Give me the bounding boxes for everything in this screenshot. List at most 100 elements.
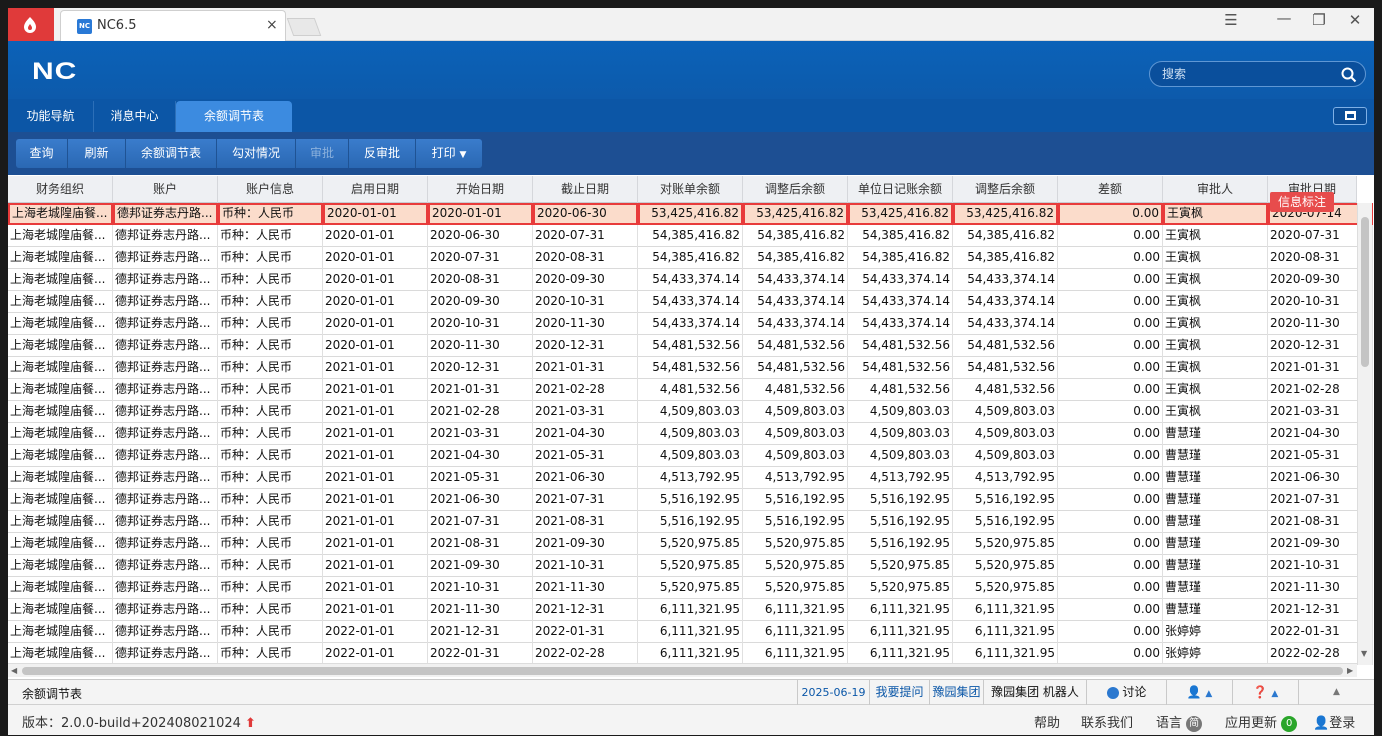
column-header-approver[interactable]: 审批人 (1163, 176, 1268, 203)
table-row[interactable]: 上海老城隍庙餐... 德邦证券志丹路... 币种：人民币 2020-01-01 2020… (8, 203, 1373, 225)
table-row[interactable]: 上海老城隍庙餐... 德邦证券志丹路... 币种：人民币 2020-01-01 2020… (8, 313, 1373, 335)
table-row[interactable]: 上海老城隍庙餐... 德邦证券志丹路... 币种：人民币 2020-01-01 2020… (8, 247, 1373, 269)
table-row[interactable]: 上海老城隍庙餐... 德邦证券志丹路... 币种：人民币 2021-01-01 2021… (8, 555, 1373, 577)
tab-message-center[interactable]: 消息中心 (94, 101, 176, 132)
search-box[interactable] (1149, 61, 1366, 87)
cell-adjusted-balance-1: 53,425,416.82 (743, 203, 848, 225)
table-row[interactable]: 上海老城隍庙餐... 德邦证券志丹路... 币种：人民币 2021-01-01 2020… (8, 357, 1373, 379)
app-updates[interactable]: 应用更新 0 (1225, 712, 1298, 732)
help-link[interactable]: 帮助 (1034, 712, 1060, 731)
cell-statement-balance: 4,513,792.95 (638, 467, 743, 489)
cell-account: 德邦证券志丹路... (113, 577, 218, 599)
column-header-difference[interactable]: 差额 (1058, 176, 1163, 203)
table-row[interactable]: 上海老城隍庙餐... 德邦证券志丹路... 币种：人民币 2020-01-01 2020… (8, 225, 1373, 247)
cell-adjusted-balance-1: 54,385,416.82 (743, 225, 848, 247)
cell-enable-date: 2022-01-01 (323, 643, 428, 665)
table-row[interactable]: 上海老城隍庙餐... 德邦证券志丹路... 币种：人民币 2021-01-01 2021… (8, 489, 1373, 511)
menu-icon[interactable]: ☰ (1220, 11, 1242, 29)
table-row[interactable]: 上海老城隍庙餐... 德邦证券志丹路... 币种：人民币 2021-01-01 2021… (8, 533, 1373, 555)
column-header-adjusted-balance-1[interactable]: 调整后余额 (743, 176, 848, 203)
column-header-enable-date[interactable]: 启用日期 (323, 176, 428, 203)
upgrade-arrow-icon[interactable]: ⬆ (245, 716, 256, 731)
table-row[interactable]: 上海老城隍庙餐... 德邦证券志丹路... 币种：人民币 2021-01-01 2021… (8, 599, 1373, 621)
cell-start-date: 2020-06-30 (428, 225, 533, 247)
scroll-right-icon[interactable]: ▶ (1347, 666, 1353, 675)
app-logo-icon[interactable] (8, 8, 54, 41)
cell-adjusted-balance-1: 54,481,532.56 (743, 357, 848, 379)
table-row[interactable]: 上海老城隍庙餐... 德邦证券志丹路... 币种：人民币 2022-01-01 2021… (8, 621, 1373, 643)
cell-org: 上海老城隍庙餐... (8, 247, 113, 269)
table-row[interactable]: 上海老城隍庙餐... 德邦证券志丹路... 币种：人民币 2020-01-01 2020… (8, 291, 1373, 313)
maximize-panel-icon[interactable] (1333, 107, 1367, 125)
search-icon[interactable] (1341, 67, 1357, 83)
column-header-org[interactable]: 财务组织 (8, 176, 113, 203)
close-window-icon[interactable]: ✕ (1344, 11, 1366, 29)
table-row[interactable]: 上海老城隍庙餐... 德邦证券志丹路... 币种：人民币 2020-01-01 2020… (8, 335, 1373, 357)
minimize-icon[interactable]: — (1273, 9, 1295, 27)
table-row[interactable]: 上海老城隍庙餐... 德邦证券志丹路... 币种：人民币 2021-01-01 2021… (8, 511, 1373, 533)
new-tab-button[interactable] (286, 18, 322, 36)
tab-function-nav[interactable]: 功能导航 (8, 101, 94, 132)
contact-link[interactable]: 联系我们 (1081, 712, 1133, 731)
unapprove-button[interactable]: 反审批 (349, 139, 416, 168)
restore-icon[interactable]: ❐ (1308, 11, 1330, 29)
cell-adjusted-balance-2: 5,520,975.85 (953, 555, 1058, 577)
cell-journal-balance: 5,516,192.95 (848, 533, 953, 555)
search-input[interactable] (1162, 66, 1332, 82)
cell-approver: 王寅枫 (1163, 269, 1268, 291)
help-menu-icon[interactable]: ❓ ▲ (1232, 680, 1298, 705)
cell-approver: 曹慧瑾 (1163, 467, 1268, 489)
column-header-journal-balance[interactable]: 单位日记账余额 (848, 176, 953, 203)
approve-button[interactable]: 审批 (296, 139, 349, 168)
cell-adjusted-balance-1: 6,111,321.95 (743, 599, 848, 621)
refresh-button[interactable]: 刷新 (68, 139, 126, 168)
scrollbar-thumb[interactable] (22, 667, 1343, 675)
cell-enable-date: 2021-01-01 (323, 577, 428, 599)
toolbar: 查询 刷新 余额调节表 勾对情况 审批 反审批 打印 ▼ (8, 132, 1374, 175)
column-header-end-date[interactable]: 截止日期 (533, 176, 638, 203)
user-icon: 👤 (1313, 716, 1330, 731)
cell-statement-balance: 5,516,192.95 (638, 489, 743, 511)
query-button[interactable]: 查询 (16, 139, 68, 168)
cell-end-date: 2022-01-31 (533, 621, 638, 643)
info-annotation-badge[interactable]: 信息标注 (1270, 192, 1335, 212)
cell-difference: 0.00 (1058, 269, 1163, 291)
scroll-left-icon[interactable]: ◀ (11, 666, 17, 675)
tab-balance-reconciliation[interactable]: 余额调节表 (176, 101, 292, 132)
cell-org: 上海老城隍庙餐... (8, 313, 113, 335)
expand-up-icon[interactable]: ▲ (1298, 680, 1374, 705)
group-link[interactable]: 豫园集团 (929, 680, 983, 705)
table-row[interactable]: 上海老城隍庙餐... 德邦证券志丹路... 币种：人民币 2021-01-01 2021… (8, 379, 1373, 401)
vertical-scrollbar[interactable]: ▼ (1357, 203, 1372, 665)
scroll-down-icon[interactable]: ▼ (1361, 649, 1367, 658)
column-header-account[interactable]: 账户 (113, 176, 218, 203)
cell-approver: 曹慧瑾 (1163, 555, 1268, 577)
column-header-account-info[interactable]: 账户信息 (218, 176, 323, 203)
balance-table-button[interactable]: 余额调节表 (126, 139, 217, 168)
table-row[interactable]: 上海老城隍庙餐... 德邦证券志丹路... 币种：人民币 2022-01-01 2022… (8, 643, 1373, 665)
column-header-adjusted-balance-2[interactable]: 调整后余额 (953, 176, 1058, 203)
check-status-button[interactable]: 勾对情况 (217, 139, 296, 168)
login-button[interactable]: 👤登录 (1313, 712, 1355, 731)
table-row[interactable]: 上海老城隍庙餐... 德邦证券志丹路... 币种：人民币 2021-01-01 2021… (8, 445, 1373, 467)
cell-org: 上海老城隍庙餐... (8, 269, 113, 291)
horizontal-scrollbar[interactable]: ◀ ▶ (8, 663, 1357, 677)
table-row[interactable]: 上海老城隍庙餐... 德邦证券志丹路... 币种：人民币 2021-01-01 2021… (8, 577, 1373, 599)
user-menu-icon[interactable]: 👤 ▲ (1166, 680, 1232, 705)
browser-tab[interactable]: NC NC6.5 × (60, 10, 286, 41)
table-row[interactable]: 上海老城隍庙餐... 德邦证券志丹路... 币种：人民币 2021-01-01 2021… (8, 423, 1373, 445)
print-button[interactable]: 打印 ▼ (416, 139, 482, 168)
cell-journal-balance: 54,433,374.14 (848, 269, 953, 291)
table-row[interactable]: 上海老城隍庙餐... 德邦证券志丹路... 币种：人民币 2021-01-01 2021… (8, 401, 1373, 423)
scrollbar-thumb[interactable] (1361, 217, 1369, 367)
column-header-statement-balance[interactable]: 对账单余额 (638, 176, 743, 203)
cell-start-date: 2021-03-31 (428, 423, 533, 445)
tab-close-icon[interactable]: × (266, 17, 278, 33)
ask-question-link[interactable]: 我要提问 (869, 680, 929, 705)
table-row[interactable]: 上海老城隍庙餐... 德邦证券志丹路... 币种：人民币 2021-01-01 2021… (8, 467, 1373, 489)
language-selector[interactable]: 语言 简 (1156, 712, 1203, 732)
discuss-button[interactable]: 讨论 (1086, 680, 1166, 705)
column-header-start-date[interactable]: 开始日期 (428, 176, 533, 203)
group-robot[interactable]: 豫园集团 机器人 (983, 680, 1086, 705)
table-row[interactable]: 上海老城隍庙餐... 德邦证券志丹路... 币种：人民币 2020-01-01 2020… (8, 269, 1373, 291)
